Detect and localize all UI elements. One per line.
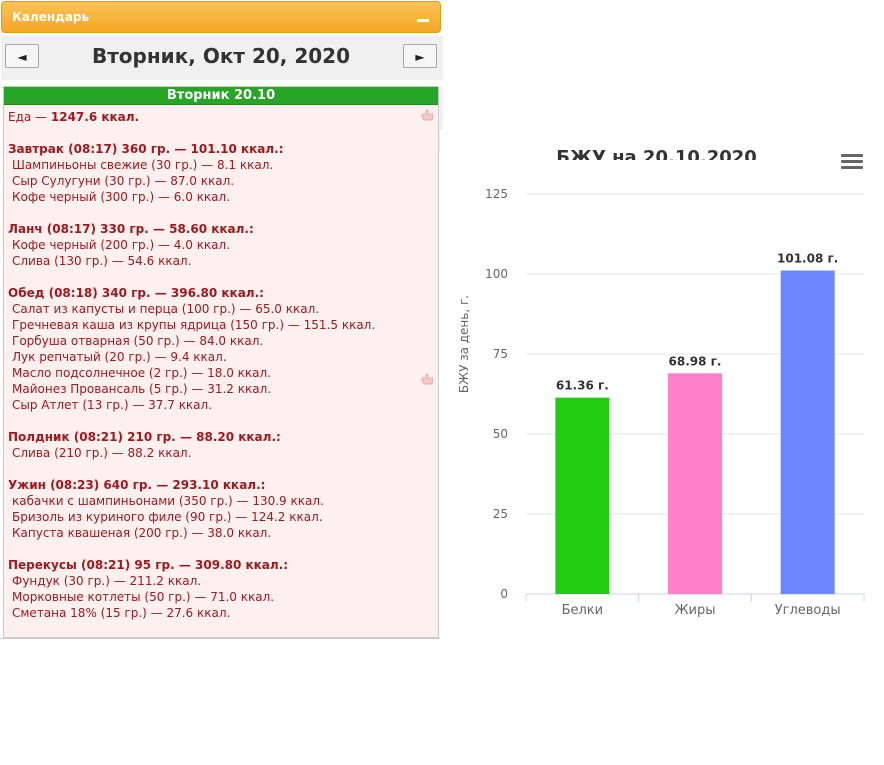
bar-углеводы[interactable] — [780, 270, 835, 594]
meal-item: Морковные котлеты (50 гр.) — 71.0 ккал. — [12, 590, 275, 604]
meal-item: Шампиньоны свежие (30 гр.) — 8.1 ккал. — [12, 158, 274, 172]
hand-pointer-icon[interactable] — [420, 109, 434, 121]
total-label: Еда — — [8, 110, 51, 124]
day-entries-panel: Вторник 20.10 Еда — 1247.6 ккал. Завтрак… — [3, 86, 439, 638]
date-navigation: ◄ Вторник, Окт 20, 2020 ► — [1, 36, 443, 80]
calendar-panel-header[interactable]: Календарь — [1, 1, 441, 33]
next-day-button[interactable]: ► — [403, 44, 437, 68]
y-tick-label: 100 — [485, 267, 508, 281]
x-tick-label: Белки — [562, 603, 604, 618]
meal-header: Полдник (08:21) 210 гр. — 88.20 ккал.: — [8, 430, 281, 444]
meal-item: Слива (130 гр.) — 54.6 ккал. — [12, 254, 192, 268]
hand-pointer-icon[interactable] — [420, 373, 434, 385]
y-tick-label: 0 — [500, 587, 508, 601]
meal-list: Еда — 1247.6 ккал. Завтрак (08:17) 360 г… — [4, 105, 438, 621]
meal-header: Завтрак (08:17) 360 гр. — 101.10 ккал.: — [8, 142, 284, 156]
day-header: Вторник 20.10 — [4, 87, 438, 105]
meal-item: Капуста квашеная (200 гр.) — 38.0 ккал. — [12, 526, 272, 540]
meal-item: Лук репчатый (20 гр.) — 9.4 ккал. — [12, 350, 227, 364]
y-tick-label: 50 — [493, 427, 508, 441]
meal-item: Горбуша отварная (50 гр.) — 84.0 ккал. — [12, 334, 264, 348]
meal-header: Ужин (08:23) 640 гр. — 293.10 ккал.: — [8, 478, 266, 492]
y-axis-label: БЖУ за день, г. — [457, 295, 471, 393]
prev-day-button[interactable]: ◄ — [5, 44, 39, 68]
y-tick-label: 25 — [493, 507, 508, 521]
y-tick-label: 75 — [493, 347, 508, 361]
panel-bottom-border — [0, 638, 444, 639]
meal-item: Майонез Провансаль (5 гр.) — 31.2 ккал. — [12, 382, 272, 396]
chart-plot-area: 0 25 50 75 100 125 БЖУ за день, г. 61.36 г. Белк… — [457, 187, 865, 618]
meal-item: Масло подсолнечное (2 гр.) — 18.0 ккал. — [12, 366, 271, 380]
meal-header: Ланч (08:17) 330 гр. — 58.60 ккал.: — [8, 222, 254, 236]
meal-item: Фундук (30 гр.) — 211.2 ккал. — [12, 574, 202, 588]
collapse-icon[interactable] — [416, 11, 430, 25]
bar-жиры[interactable] — [668, 373, 722, 594]
macros-chart: БЖУ на 20.10.2020 0 25 50 75 100 125 БЖУ за де… — [440, 130, 873, 640]
meal-item: Сыр Сулугуни (30 гр.) — 87.0 ккал. — [12, 174, 235, 188]
meal-item: Салат из капусты и перца (100 гр.) — 65.… — [12, 302, 320, 316]
x-tick-label: Углеводы — [775, 603, 841, 618]
bar-data-label: 68.98 г. — [669, 354, 722, 368]
total-value: 1247.6 ккал. — [50, 110, 140, 124]
meal-item: Бризоль из куриного филе (90 гр.) — 124.… — [12, 510, 323, 524]
meal-item: Гречневая каша из крупы ядрица (150 гр.)… — [12, 318, 376, 332]
y-tick-label: 125 — [485, 187, 508, 201]
meal-item: Сыр Атлет (13 гр.) — 37.7 ккал. — [12, 398, 213, 412]
calendar-title: Календарь — [12, 10, 90, 24]
current-date: Вторник, Окт 20, 2020 — [91, 44, 351, 68]
meal-item: Сметана 18% (15 гр.) — 27.6 ккал. — [12, 606, 231, 620]
bar-data-label: 101.08 г. — [777, 252, 838, 266]
daily-total: Еда — 1247.6 ккал. — [8, 109, 434, 125]
x-tick-label: Жиры — [675, 603, 716, 618]
meal-item: Слива (210 гр.) — 88.2 ккал. — [12, 446, 192, 460]
meal-header: Обед (08:18) 340 гр. — 396.80 ккал.: — [8, 286, 264, 300]
meal-item: Кофе черный (200 гр.) — 4.0 ккал. — [12, 238, 231, 252]
meal-header: Перекусы (08:21) 95 гр. — 309.80 ккал.: — [8, 558, 289, 572]
meal-item: кабачки с шампиньонами (350 гр.) — 130.9… — [12, 494, 324, 508]
bar-белки[interactable] — [555, 397, 610, 594]
bar-data-label: 61.36 г. — [556, 379, 609, 393]
meal-item: Кофе черный (300 гр.) — 6.0 ккал. — [12, 190, 231, 204]
